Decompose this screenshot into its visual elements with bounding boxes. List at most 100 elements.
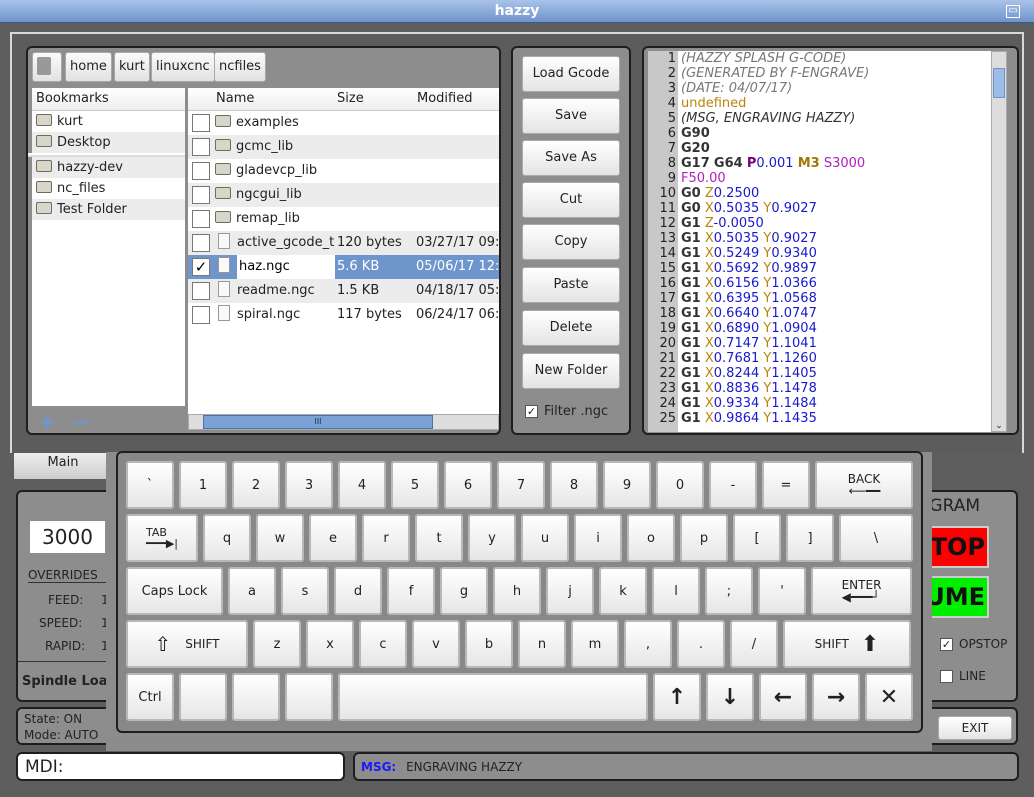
key-i[interactable]: i: [574, 514, 622, 562]
shift-key[interactable]: ⇧ SHIFT: [126, 620, 248, 668]
scroll-thumb[interactable]: III: [203, 415, 433, 429]
load-gcode-button[interactable]: Load Gcode: [522, 56, 620, 92]
filter-ngc-checkbox[interactable]: ✓ Filter .ngc: [525, 404, 608, 419]
file-checkbox[interactable]: [192, 186, 210, 204]
maximize-button[interactable]: ▭: [1006, 5, 1020, 18]
tab-main[interactable]: Main: [14, 453, 112, 479]
vertical-scrollbar[interactable]: ⌄: [991, 51, 1007, 432]
breadcrumb-linuxcnc[interactable]: linuxcnc: [151, 52, 215, 82]
breadcrumb-home[interactable]: home: [65, 52, 112, 82]
paste-button[interactable]: Paste: [522, 267, 620, 303]
column-modified[interactable]: Modified: [417, 88, 472, 111]
key-6[interactable]: 6: [444, 461, 492, 509]
key-g[interactable]: g: [440, 567, 488, 615]
ctrl-key[interactable]: Ctrl: [126, 673, 174, 721]
file-checkbox[interactable]: [192, 162, 210, 180]
key-3[interactable]: 3: [285, 461, 333, 509]
new-folder-button[interactable]: New Folder: [522, 353, 620, 389]
add-bookmark-icon[interactable]: +: [38, 410, 56, 435]
key-j[interactable]: j: [546, 567, 594, 615]
key-s[interactable]: s: [281, 567, 329, 615]
blank-key[interactable]: [179, 673, 227, 721]
key-y[interactable]: y: [468, 514, 516, 562]
column-size[interactable]: Size: [337, 88, 364, 111]
cut-button[interactable]: Cut: [522, 182, 620, 218]
key-t[interactable]: t: [415, 514, 463, 562]
file-checkbox[interactable]: [192, 306, 210, 324]
file-checkbox[interactable]: ✓: [192, 258, 210, 276]
file-row[interactable]: ngcgui_lib: [188, 183, 499, 207]
save-as-button[interactable]: Save As: [522, 140, 620, 176]
mdi-input[interactable]: MDI:: [16, 752, 345, 781]
caps-lock-key[interactable]: Caps Lock: [126, 567, 223, 615]
key-u[interactable]: u: [521, 514, 569, 562]
key-1[interactable]: 1: [179, 461, 227, 509]
key-b[interactable]: b: [465, 620, 513, 668]
key-h[interactable]: h: [493, 567, 541, 615]
key-4[interactable]: 4: [338, 461, 386, 509]
file-checkbox[interactable]: [192, 210, 210, 228]
file-row[interactable]: examples: [188, 111, 499, 135]
key-v[interactable]: v: [412, 620, 460, 668]
key-8[interactable]: 8: [550, 461, 598, 509]
key-x[interactable]: x: [306, 620, 354, 668]
up-arrow-key[interactable]: ↑: [653, 673, 701, 721]
opstop-checkbox[interactable]: ✓ OPSTOP: [940, 637, 1007, 651]
key-2[interactable]: 2: [232, 461, 280, 509]
file-checkbox[interactable]: [192, 138, 210, 156]
key-o[interactable]: o: [627, 514, 675, 562]
file-row[interactable]: spiral.ngc 117 bytes 06/24/17 06:: [188, 303, 499, 327]
exit-button[interactable]: EXIT: [938, 716, 1012, 740]
file-checkbox[interactable]: [192, 234, 210, 252]
file-row[interactable]: active_gcode_t 120 bytes 03/27/17 09:: [188, 231, 499, 255]
copy-button[interactable]: Copy: [522, 224, 620, 260]
key-q[interactable]: q: [203, 514, 251, 562]
blank-key[interactable]: [232, 673, 280, 721]
key-7[interactable]: 7: [497, 461, 545, 509]
key-a[interactable]: a: [228, 567, 276, 615]
bookmark-item[interactable]: Desktop: [32, 132, 185, 153]
breadcrumb-kurt[interactable]: kurt: [114, 52, 150, 82]
bookmarks-header[interactable]: Bookmarks: [32, 88, 185, 111]
key-/[interactable]: /: [730, 620, 778, 668]
key-k[interactable]: k: [599, 567, 647, 615]
backspace-key[interactable]: BACK ⟵━━: [815, 461, 913, 509]
key-;[interactable]: ;: [705, 567, 753, 615]
horizontal-scrollbar[interactable]: III: [188, 414, 499, 430]
file-row[interactable]: gladevcp_lib: [188, 159, 499, 183]
key-[[interactable]: [: [733, 514, 781, 562]
key-,[interactable]: ,: [624, 620, 672, 668]
key-r[interactable]: r: [362, 514, 410, 562]
key-][interactable]: ]: [786, 514, 834, 562]
line-checkbox[interactable]: LINE: [940, 669, 986, 683]
key-.[interactable]: .: [677, 620, 725, 668]
save-button[interactable]: Save: [522, 98, 620, 134]
key-d[interactable]: d: [334, 567, 382, 615]
gcode-view[interactable]: 1 (HAZZY SPLASH G-CODE) 2 (GENERATED BY F-E…: [648, 51, 991, 432]
scroll-thumb[interactable]: [993, 68, 1005, 98]
bookmark-item[interactable]: Test Folder: [32, 199, 185, 220]
scroll-down-icon[interactable]: ⌄: [992, 421, 1006, 431]
file-checkbox[interactable]: [192, 282, 210, 300]
close-keyboard-key[interactable]: ✕: [865, 673, 913, 721]
key-c[interactable]: c: [359, 620, 407, 668]
key-=[interactable]: =: [762, 461, 810, 509]
key-`[interactable]: `: [126, 461, 174, 509]
space-key[interactable]: [338, 673, 648, 721]
drive-icon-button[interactable]: [32, 52, 62, 82]
key-n[interactable]: n: [518, 620, 566, 668]
right-arrow-key[interactable]: →: [812, 673, 860, 721]
file-row[interactable]: readme.ngc 1.5 KB 04/18/17 05:: [188, 279, 499, 303]
bookmark-item[interactable]: nc_files: [32, 178, 185, 199]
file-row[interactable]: ✓ haz.ngc 5.6 KB 05/06/17 12:: [188, 255, 499, 279]
key-0[interactable]: 0: [656, 461, 704, 509]
blank-key[interactable]: [285, 673, 333, 721]
column-name[interactable]: Name: [216, 88, 254, 111]
breadcrumb-ncfiles[interactable]: ncfiles: [214, 52, 266, 82]
key-p[interactable]: p: [680, 514, 728, 562]
file-row[interactable]: gcmc_lib: [188, 135, 499, 159]
key-e[interactable]: e: [309, 514, 357, 562]
bookmark-item[interactable]: kurt: [32, 111, 185, 132]
delete-button[interactable]: Delete: [522, 310, 620, 346]
key-f[interactable]: f: [387, 567, 435, 615]
